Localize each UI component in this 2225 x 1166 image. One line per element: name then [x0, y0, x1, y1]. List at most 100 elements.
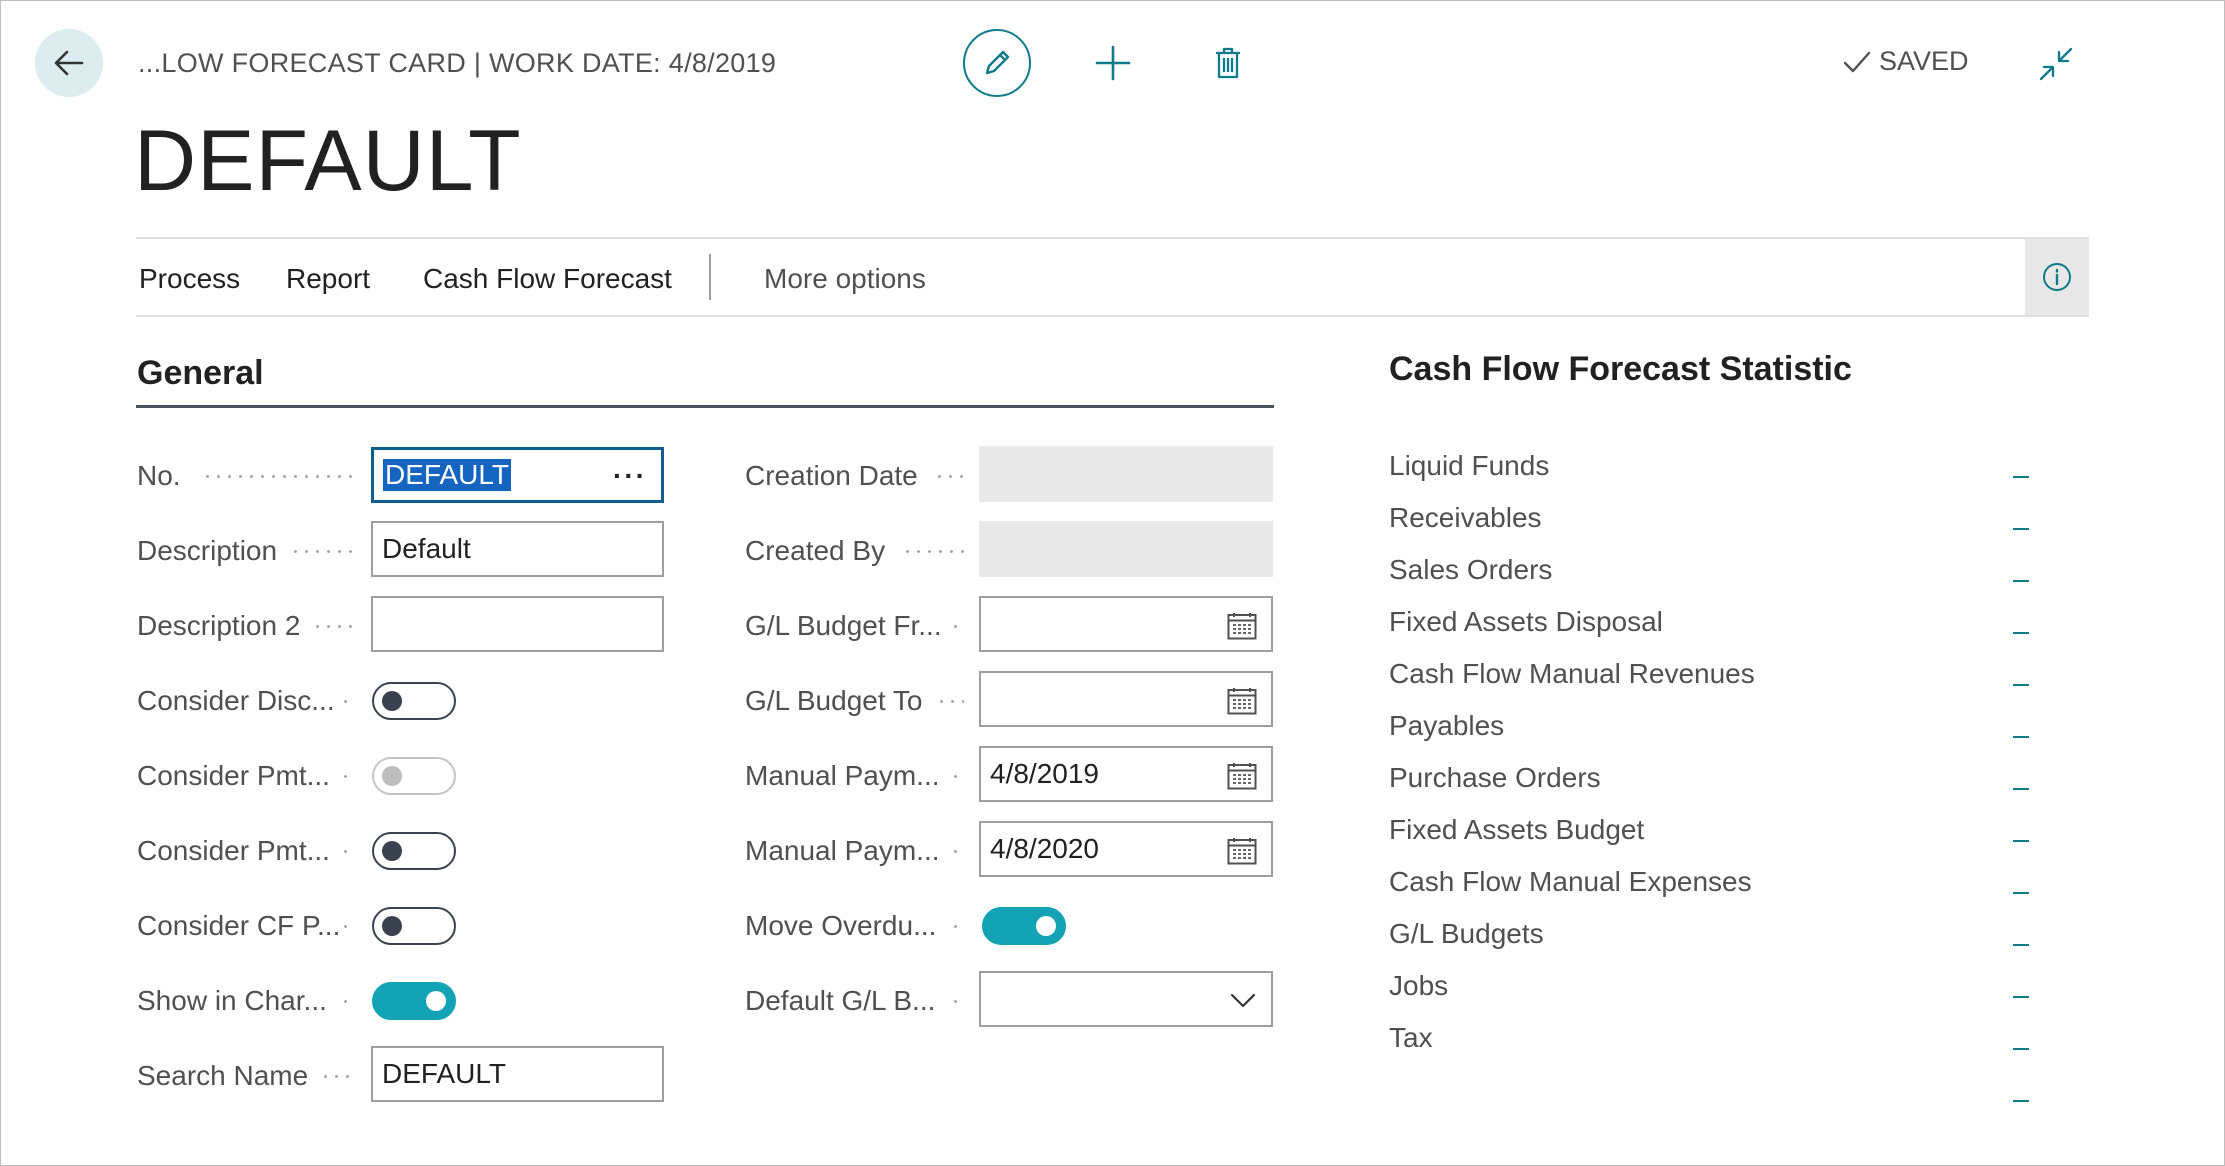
pencil-icon	[985, 50, 1010, 75]
creation-date-leader-dots	[934, 475, 964, 478]
stat-value-gl-budgets[interactable]	[2013, 944, 2029, 946]
checkmark-icon	[1843, 51, 1871, 72]
show-in-chart-label: Show in Char...	[137, 985, 327, 1016]
statistics-title: Cash Flow Forecast Statistic	[1389, 350, 1852, 388]
stat-label-sales-orders: Sales Orders	[1389, 554, 1553, 585]
default-gl-label: Default G/L B...	[745, 985, 936, 1016]
consider-pmt2-label: Consider Pmt...	[137, 835, 330, 866]
action-more-options[interactable]: More options	[764, 263, 926, 295]
consider-cf-toggle[interactable]	[372, 907, 456, 945]
manual-pay-to-input[interactable]: 4/8/2020	[979, 821, 1273, 877]
stat-value-payables[interactable]	[2013, 736, 2029, 738]
consider-cf-label: Consider CF P...	[137, 910, 341, 941]
action-cash-flow-forecast[interactable]: Cash Flow Forecast	[423, 263, 672, 295]
back-arrow-icon	[54, 50, 84, 76]
lookup-ellipsis-icon[interactable]: ···	[613, 460, 647, 492]
no-input-value: DEFAULT	[383, 459, 511, 491]
stat-value-liquid-funds[interactable]	[2013, 476, 2029, 478]
stat-value-cf-manual-revenues[interactable]	[2013, 684, 2029, 686]
show-in-chart-leader-dots	[340, 1000, 352, 1003]
stat-value-total[interactable]	[2013, 1100, 2029, 1102]
gl-budget-from-input[interactable]	[979, 596, 1273, 652]
created-by-field	[979, 521, 1273, 577]
stat-value-tax[interactable]	[2013, 1048, 2029, 1050]
gl-budget-to-label: G/L Budget To	[745, 685, 923, 716]
creation-date-label: Creation Date	[745, 460, 918, 491]
general-section-divider	[136, 405, 1274, 408]
info-button[interactable]	[2025, 239, 2089, 315]
breadcrumb: ...LOW FORECAST CARD | WORK DATE: 4/8/20…	[138, 48, 777, 78]
collapse-button[interactable]	[2034, 42, 2078, 86]
gl-budget-to-input[interactable]	[979, 671, 1273, 727]
stat-value-sales-orders[interactable]	[2013, 580, 2029, 582]
description-leader-dots	[290, 550, 352, 553]
consider-pmt1-toggle	[372, 757, 456, 795]
search-name-label: Search Name	[137, 1060, 309, 1091]
page-title: DEFAULT	[134, 113, 522, 209]
creation-date-field	[979, 446, 1273, 502]
stat-value-purchase-orders[interactable]	[2013, 788, 2029, 790]
manual-pay-from-leader-dots	[950, 775, 964, 778]
chevron-down-icon[interactable]	[1229, 989, 1257, 1011]
consider-pmt1-label: Consider Pmt...	[137, 760, 330, 791]
gl-budget-to-leader-dots	[936, 700, 964, 703]
created-by-leader-dots	[902, 550, 964, 553]
stat-label-gl-budgets: G/L Budgets	[1389, 918, 1544, 949]
toggle-knob	[382, 691, 402, 711]
consider-disc-leader-dots	[340, 700, 352, 703]
consider-pmt2-toggle[interactable]	[372, 832, 456, 870]
stat-value-fixed-assets-budget[interactable]	[2013, 840, 2029, 842]
action-process[interactable]: Process	[139, 263, 240, 295]
calendar-icon[interactable]	[1227, 612, 1257, 640]
stat-label-jobs: Jobs	[1389, 970, 1449, 1001]
saved-label: SAVED	[1879, 46, 1969, 76]
gl-budget-from-label: G/L Budget Fr...	[745, 610, 942, 641]
toggle-knob	[382, 916, 402, 936]
show-in-chart-toggle[interactable]	[372, 982, 456, 1020]
manual-pay-from-label: Manual Paym...	[745, 760, 940, 791]
toggle-knob	[382, 766, 402, 786]
collapse-icon	[2039, 47, 2073, 81]
stat-value-cf-manual-expenses[interactable]	[2013, 892, 2029, 894]
default-gl-leader-dots	[950, 1000, 964, 1003]
move-overdue-toggle[interactable]	[982, 907, 1066, 945]
search-name-input[interactable]: DEFAULT	[371, 1046, 664, 1102]
description-input-value: Default	[382, 533, 471, 564]
calendar-icon[interactable]	[1227, 762, 1257, 790]
manual-pay-to-label: Manual Paym...	[745, 835, 940, 866]
stat-label-payables: Payables	[1389, 710, 1505, 741]
gl-budget-from-leader-dots	[950, 625, 964, 628]
new-button[interactable]	[1090, 40, 1136, 86]
no-leader-dots	[202, 475, 352, 478]
delete-button[interactable]	[1205, 40, 1251, 86]
stat-label-liquid-funds: Liquid Funds	[1389, 450, 1550, 481]
description2-label: Description 2	[137, 610, 301, 641]
description2-input[interactable]	[371, 596, 664, 652]
back-button[interactable]	[35, 29, 103, 97]
stat-label-fixed-assets-budget: Fixed Assets Budget	[1389, 814, 1645, 845]
plus-icon	[1095, 45, 1131, 81]
action-report[interactable]: Report	[286, 263, 370, 295]
description-label: Description	[137, 535, 278, 566]
manual-pay-from-input[interactable]: 4/8/2019	[979, 746, 1273, 802]
consider-disc-toggle[interactable]	[372, 682, 456, 720]
stat-value-receivables[interactable]	[2013, 528, 2029, 530]
info-icon	[2043, 263, 2071, 291]
stat-label-purchase-orders: Purchase Orders	[1389, 762, 1601, 793]
calendar-icon[interactable]	[1227, 837, 1257, 865]
consider-pmt1-leader-dots	[340, 775, 352, 778]
description-input[interactable]: Default	[371, 521, 664, 577]
stat-value-jobs[interactable]	[2013, 996, 2029, 998]
action-separator	[709, 254, 711, 300]
trash-icon	[1216, 47, 1240, 79]
no-input[interactable]: DEFAULT ···	[371, 447, 664, 503]
move-overdue-label: Move Overdu...	[745, 910, 937, 941]
no-label: No.	[137, 460, 181, 491]
default-gl-select[interactable]	[979, 971, 1273, 1027]
saved-status: SAVED	[1843, 46, 1969, 77]
general-section-title: General	[137, 354, 264, 392]
consider-cf-leader-dots	[340, 925, 352, 928]
edit-button[interactable]	[963, 29, 1031, 97]
calendar-icon[interactable]	[1227, 687, 1257, 715]
stat-value-fixed-assets-disposal[interactable]	[2013, 632, 2029, 634]
